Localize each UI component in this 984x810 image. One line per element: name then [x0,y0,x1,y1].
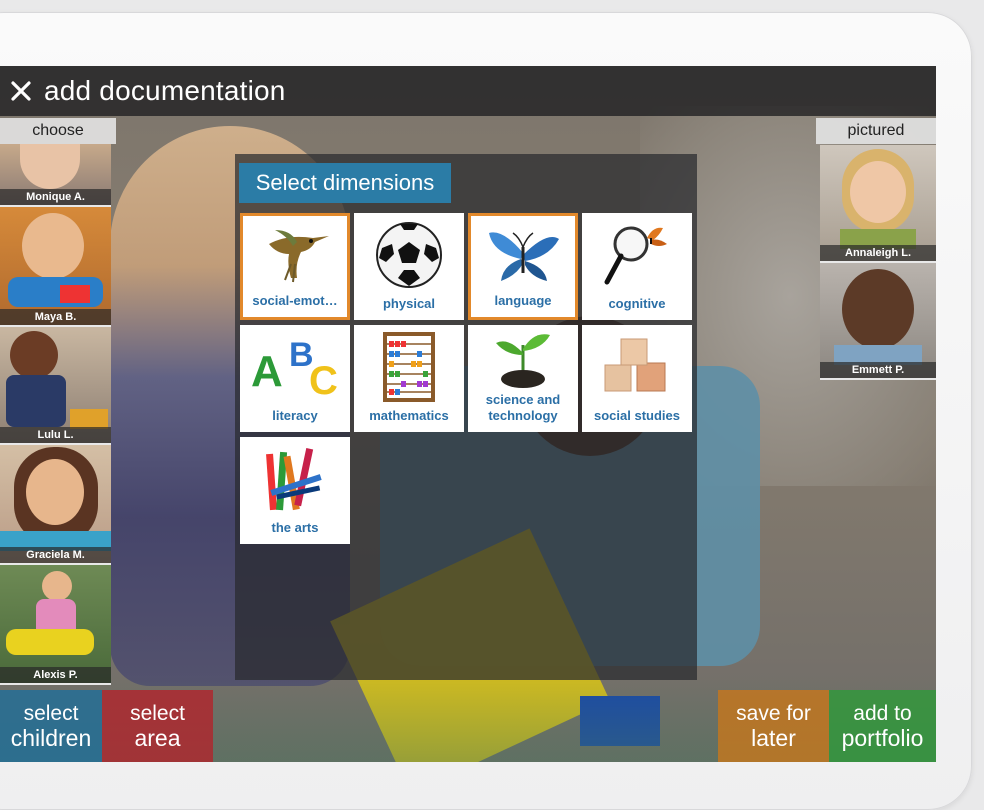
pictured-thumb-emmett[interactable]: Emmett P. [820,263,936,380]
child-name: Alexis P. [0,667,111,683]
svg-text:C: C [309,359,338,402]
app-screen: add documentation choose pictured Moniqu… [0,66,936,762]
soccer-ball-icon [354,213,464,296]
dimension-tile-physical[interactable]: physical [354,213,464,320]
tile-label: mathematics [369,408,449,423]
crayons-icon [240,437,350,520]
dimension-tile-cognitive[interactable]: cognitive [582,213,692,320]
tile-label: social-emot… [252,293,338,308]
select-area-button[interactable]: select area [102,690,213,762]
dimension-tile-literacy[interactable]: A B C literacy [240,325,350,432]
child-thumb-maya[interactable]: Maya B. [0,207,111,327]
dimension-tile-social-studies[interactable]: social studies [582,325,692,432]
child-thumb-monique[interactable]: Monique A. [0,144,111,207]
child-name: Graciela M. [0,547,111,563]
child-name: Maya B. [0,309,111,325]
select-dimensions-header: Select dimensions [239,163,451,203]
tile-label: the arts [271,520,319,535]
child-name: Lulu L. [0,427,111,443]
button-label-line1: save for [736,702,811,725]
svg-text:A: A [251,347,283,396]
butterfly-icon [471,216,575,293]
child-name: Emmett P. [820,362,936,378]
button-label-line1: select [23,702,79,725]
child-name: Annaleigh L. [820,245,936,261]
dimension-tile-the-arts[interactable]: the arts [240,437,350,544]
tile-label: literacy [272,408,318,423]
add-to-portfolio-button[interactable]: add to portfolio [829,690,936,762]
save-for-later-button[interactable]: save for later [718,690,829,762]
abacus-icon [354,325,464,408]
pictured-label: pictured [816,118,936,144]
sprout-icon [468,325,578,392]
dimension-tile-science-and-technology[interactable]: science and technology [468,325,578,432]
hummingbird-icon [243,216,347,293]
tile-label: science and technology [485,392,561,423]
child-thumb-graciela[interactable]: Graciela M. [0,445,111,565]
select-children-button[interactable]: select children [0,690,102,762]
button-label-line2: children [10,725,92,751]
child-name: Monique A. [0,189,111,205]
dimension-tile-social-emotional[interactable]: social-emot… [240,213,350,320]
tile-label: language [494,293,552,308]
button-label-line1: add to [853,702,912,725]
top-bar: add documentation [0,66,936,116]
close-icon[interactable] [4,74,38,108]
tile-label: physical [382,296,436,311]
abc-letters-icon: A B C [240,325,350,408]
button-label-line2: later [751,725,796,751]
button-label-line2: area [134,725,181,751]
button-label-line2: portfolio [841,725,924,751]
tile-label: cognitive [608,296,666,311]
button-label-line1: select [130,702,185,725]
choose-label: choose [0,118,116,144]
tile-label: social studies [594,408,680,423]
blocks-icon [582,325,692,408]
dimension-tile-mathematics[interactable]: mathematics [354,325,464,432]
dimension-tile-language[interactable]: language [468,213,578,320]
child-thumb-alexis[interactable]: Alexis P. [0,565,111,685]
child-thumb-lulu[interactable]: Lulu L. [0,327,111,445]
page-title: add documentation [44,75,286,106]
pictured-thumb-annaleigh[interactable]: Annaleigh L. [820,145,936,263]
magnifying-glass-icon [582,213,692,296]
